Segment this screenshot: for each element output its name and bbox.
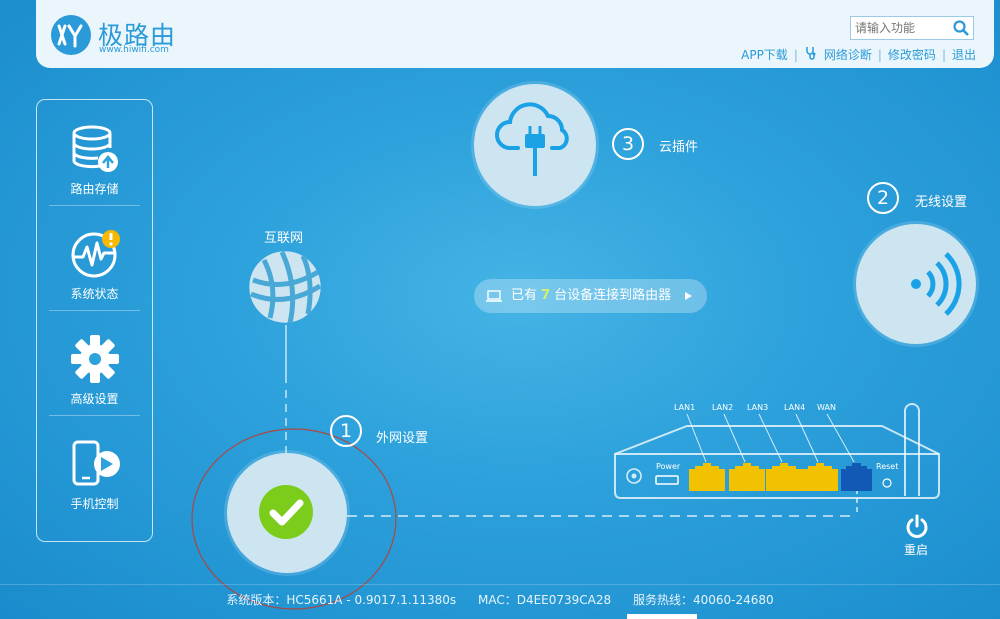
usb-port (655, 475, 679, 485)
link-separator: | (941, 47, 946, 62)
wan-settings-button[interactable] (227, 453, 347, 573)
sidebar-item-label: 系统状态 (70, 287, 119, 301)
internet-label: 互联网 (264, 231, 304, 246)
hiwifi-logo-icon[interactable] (50, 14, 92, 56)
wireless-settings-label[interactable]: 无线设置 (915, 191, 967, 210)
cloud-plug-icon (495, 102, 569, 176)
step-number-1: 1 (330, 415, 362, 447)
cloud-plugin-label[interactable]: 云插件 (659, 136, 698, 155)
top-header: 极路由 www.hiwifi.com APP下载 | 网络诊断 | 修改密码 |… (36, 0, 994, 68)
search-icon[interactable] (953, 20, 969, 40)
wan-settings-label[interactable]: 外网设置 (376, 427, 428, 446)
laptop-icon (486, 290, 502, 302)
top-links: APP下载 | 网络诊断 | 修改密码 | 退出 (741, 46, 976, 63)
devices-suffix: 台设备连接到路由器 (554, 288, 672, 303)
power-label: Power (656, 462, 681, 471)
router-diagram: Power LAN1 LAN2 LAN3 LAN4 WAN Reset (614, 403, 940, 499)
sidebar-item-label: 手机控制 (70, 497, 119, 511)
search-box (850, 16, 974, 40)
lan-port-3[interactable] (766, 463, 802, 491)
logout-link[interactable]: 退出 (952, 46, 976, 63)
service-hotline: 服务热线：40060-24680 (632, 593, 774, 607)
wireless-settings-button[interactable] (856, 224, 976, 344)
network-diagnosis-link[interactable]: 网络诊断 (824, 46, 872, 63)
stethoscope-icon (804, 46, 818, 63)
app-download-link[interactable]: APP下载 (741, 46, 788, 63)
reset-hole[interactable] (882, 478, 892, 488)
reset-label: Reset (876, 462, 898, 471)
sidebar-item-label: 路由存储 (70, 182, 119, 196)
logo-url: www.hiwifi.com (99, 45, 169, 55)
footer: 系统版本：HC5661A - 0.9017.1.11380s MAC：D4EE0… (0, 591, 1000, 608)
lan-port-4[interactable] (802, 463, 838, 491)
port-label-lan4: LAN4 (784, 403, 805, 412)
devices-prefix: 已有 (511, 288, 538, 303)
router-antenna (904, 403, 920, 496)
power-icon[interactable] (904, 514, 930, 544)
devices-text: 已有 7 台设备连接到路由器 (511, 279, 671, 313)
footer-divider (0, 584, 1000, 585)
gear-icon (71, 335, 119, 383)
bottom-tab-indicator (627, 614, 697, 619)
check-icon (259, 485, 313, 539)
sidebar-item-system-status[interactable]: 系统状态 (37, 205, 152, 310)
port-label-lan2: LAN2 (712, 403, 733, 412)
change-password-link[interactable]: 修改密码 (888, 46, 936, 63)
system-status-icon (71, 230, 120, 278)
sidebar-item-advanced-settings[interactable]: 高级设置 (37, 310, 152, 415)
connected-devices-button[interactable]: 已有 7 台设备连接到路由器 (474, 279, 707, 313)
search-input[interactable] (851, 18, 949, 38)
storage-icon (72, 125, 118, 172)
link-separator: | (877, 47, 882, 62)
sidebar: 路由存储 系统状态 高级设置 手机控制 (36, 99, 153, 542)
restart-label[interactable]: 重启 (904, 541, 928, 558)
system-version: 系统版本：HC5661A - 0.9017.1.11380s (226, 593, 457, 607)
wan-port[interactable] (841, 463, 872, 491)
phone-control-icon (72, 440, 120, 486)
sidebar-item-storage[interactable]: 路由存储 (37, 100, 152, 205)
link-separator: | (793, 47, 798, 62)
sidebar-item-phone-control[interactable]: 手机控制 (37, 415, 152, 520)
wifi-signal-icon (911, 252, 962, 316)
step-number-2: 2 (867, 182, 899, 214)
port-label-wan: WAN (817, 403, 836, 412)
lan-port-2[interactable] (729, 463, 765, 491)
mac-address: MAC：D4EE0739CA28 (477, 593, 612, 607)
play-arrow-icon (685, 292, 692, 300)
device-count: 7 (541, 288, 551, 303)
lan-port-1[interactable] (689, 463, 725, 491)
port-label-lan1: LAN1 (674, 403, 695, 412)
step-number-3: 3 (612, 128, 644, 160)
port-label-lan3: LAN3 (747, 403, 768, 412)
internet-globe-icon[interactable] (248, 250, 322, 328)
sidebar-item-label: 高级设置 (70, 392, 119, 406)
cloud-plugin-button[interactable] (474, 84, 596, 206)
